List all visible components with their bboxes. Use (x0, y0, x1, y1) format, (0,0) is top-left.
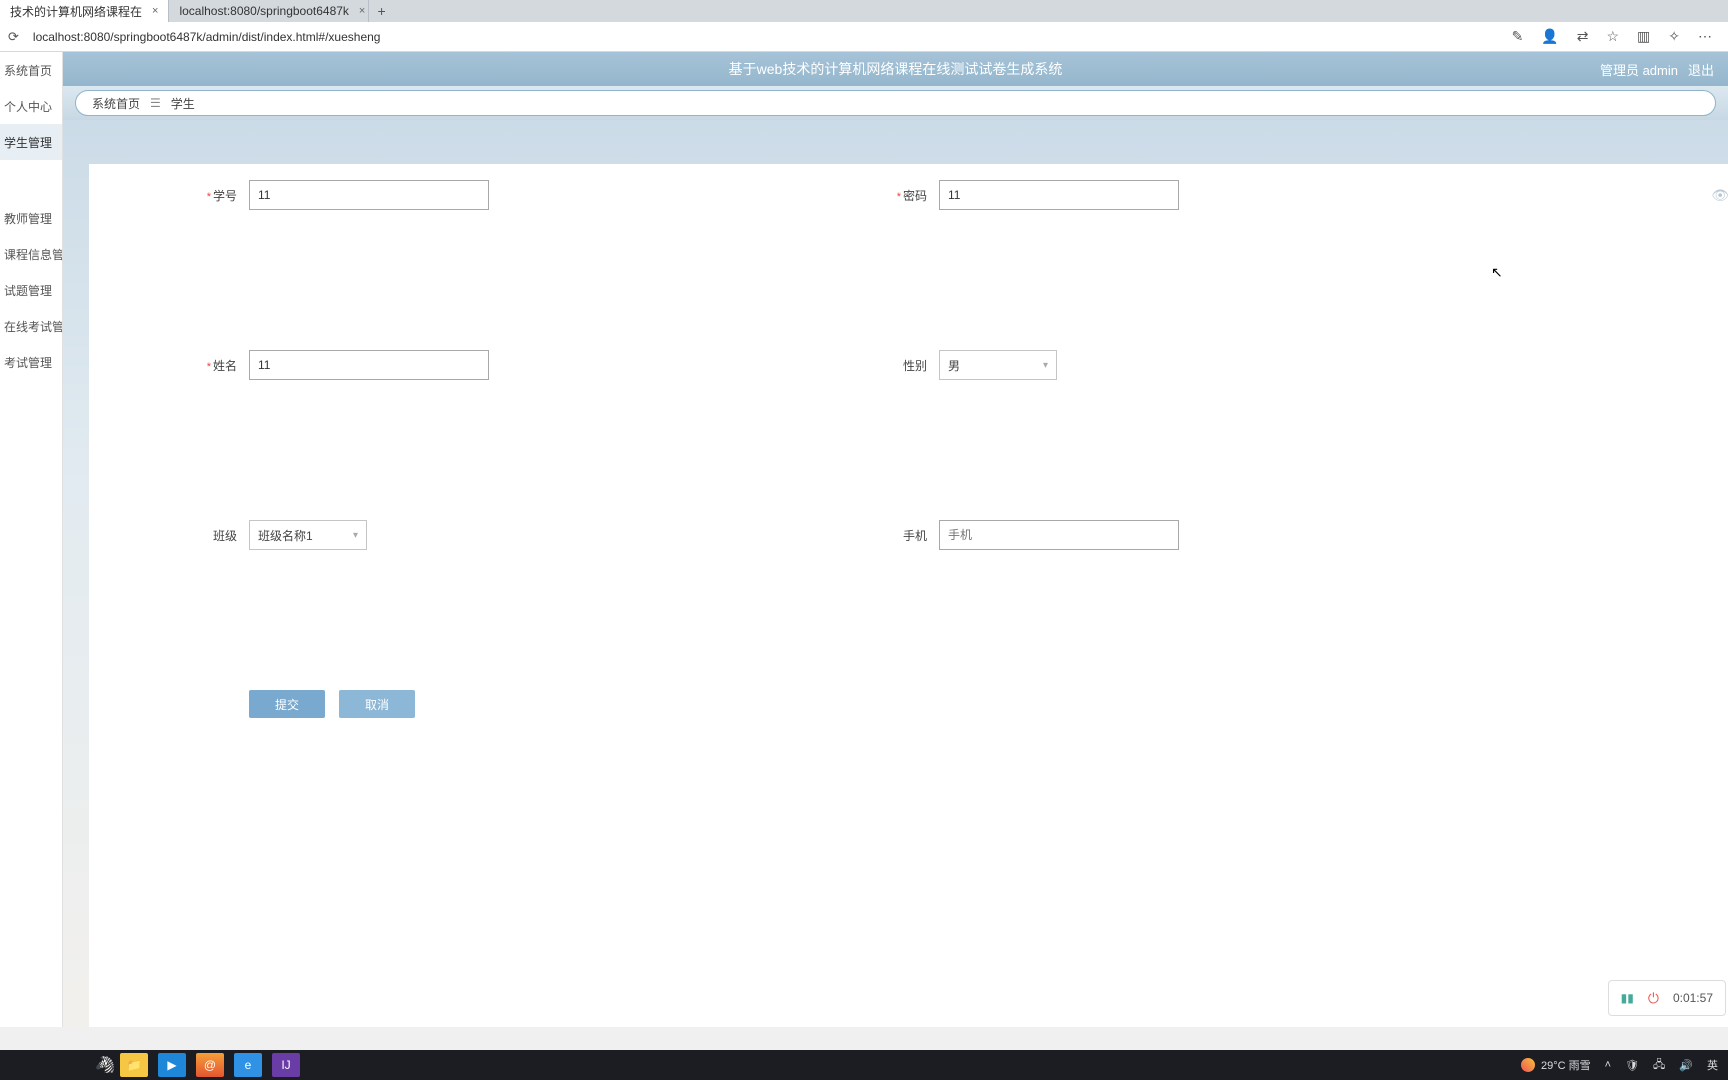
label-mima: 密码 (903, 189, 927, 203)
sidebar-item-exam[interactable]: 考试管理 (0, 344, 62, 380)
ime-indicator[interactable]: 英 (1707, 1057, 1718, 1073)
explorer-icon[interactable]: 📁 (120, 1053, 148, 1077)
close-icon[interactable]: × (359, 5, 365, 17)
new-tab-button[interactable]: + (369, 3, 393, 19)
main-area: 基于web技术的计算机网络课程在线测试试卷生成系统 管理员 admin 退出 系… (63, 52, 1728, 1027)
app-title: 基于web技术的计算机网络课程在线测试试卷生成系统 (729, 59, 1063, 79)
weather-icon (1521, 1058, 1535, 1072)
select-xingbie-value: 男 (948, 357, 960, 374)
label-banji: 班级 (213, 529, 237, 543)
pause-icon[interactable]: ▮▮ (1621, 991, 1634, 1005)
edge-icon[interactable]: e (234, 1053, 262, 1077)
tray-defender-icon[interactable]: 🛡 (1625, 1059, 1639, 1072)
video-icon[interactable]: ▶ (158, 1053, 186, 1077)
breadcrumb: 系统首页 ☰ 学生 (75, 90, 1716, 116)
tab-title: 技术的计算机网络课程在 (10, 3, 142, 20)
field-xingbie: 性别 男 ▾ (849, 350, 1409, 380)
tray-volume-icon[interactable]: 🔊 (1679, 1059, 1693, 1072)
eye-icon[interactable]: 👁 (1711, 187, 1728, 204)
edit-icon[interactable]: ✎ (1512, 28, 1524, 45)
breadcrumb-sep-icon: ☰ (150, 96, 161, 110)
sidebar-item-home[interactable]: 系统首页 (0, 52, 62, 88)
weather-text: 29°C 雨雪 (1541, 1057, 1591, 1073)
sidebar-item-profile[interactable]: 个人中心 (0, 88, 62, 124)
input-mima[interactable] (939, 180, 1179, 210)
chevron-down-icon: ▾ (353, 530, 358, 541)
submit-button[interactable]: 提交 (249, 690, 325, 718)
ide-icon[interactable]: IJ (272, 1053, 300, 1077)
reload-icon[interactable]: ⟳ (8, 29, 19, 45)
power-icon[interactable]: ⏻ (1648, 990, 1659, 1007)
taskbar-animal-icon[interactable]: 🦓 (90, 1055, 120, 1075)
translate-icon[interactable]: ⇄ (1577, 28, 1589, 45)
content-area: *学号 *密码 👁 *姓名 性别 (63, 120, 1728, 1027)
browser-tab-1[interactable]: 技术的计算机网络课程在 × (0, 0, 169, 22)
input-shouji[interactable] (939, 520, 1179, 550)
browser-tab-2[interactable]: localhost:8080/springboot6487k × (169, 0, 369, 22)
field-xuehao: *学号 (159, 180, 849, 210)
chevron-down-icon: ▾ (1043, 360, 1048, 371)
weather-widget[interactable]: 29°C 雨雪 (1521, 1057, 1591, 1073)
top-banner: 基于web技术的计算机网络课程在线测试试卷生成系统 管理员 admin 退出 (63, 52, 1728, 86)
profile-icon[interactable]: 👤 (1541, 28, 1558, 45)
tray-network-icon[interactable]: 🖧 (1653, 1056, 1665, 1075)
sidebar-item-course[interactable]: 课程信息管理 (0, 236, 62, 272)
button-row: 提交 取消 (249, 690, 1658, 718)
sidebar-item-online-exam[interactable]: 在线考试管理 (0, 308, 62, 344)
address-bar: ⟳ localhost:8080/springboot6487k/admin/d… (0, 22, 1728, 52)
input-xuehao[interactable] (249, 180, 489, 210)
select-banji-value: 班级名称1 (258, 527, 313, 544)
taskbar: 🦓 📁 ▶ @ e IJ 29°C 雨雪 ˄ 🛡 🖧 🔊 英 (0, 1050, 1728, 1080)
label-shouji: 手机 (903, 529, 927, 543)
favorite-icon[interactable]: ☆ (1606, 28, 1619, 45)
tray-chevron-icon[interactable]: ˄ (1605, 1059, 1611, 1071)
tab-title: localhost:8080/springboot6487k (179, 4, 348, 18)
collections-icon[interactable]: ▥ (1637, 28, 1650, 45)
url-field[interactable]: localhost:8080/springboot6487k/admin/dis… (27, 30, 1496, 44)
extensions-icon[interactable]: ✧ (1668, 28, 1680, 45)
logout-link[interactable]: 退出 (1688, 60, 1714, 79)
select-banji[interactable]: 班级名称1 ▾ (249, 520, 367, 550)
select-xingbie[interactable]: 男 ▾ (939, 350, 1057, 380)
sidebar-item-teacher[interactable]: 教师管理 (0, 200, 62, 236)
field-mima: *密码 👁 (849, 180, 1409, 210)
breadcrumb-current: 学生 (171, 95, 195, 112)
close-icon[interactable]: × (152, 5, 158, 17)
field-xingming: *姓名 (159, 350, 849, 380)
breadcrumb-home[interactable]: 系统首页 (92, 95, 140, 112)
breadcrumb-bar: 系统首页 ☰ 学生 (63, 86, 1728, 120)
user-label[interactable]: 管理员 admin (1600, 60, 1678, 79)
label-xingming: 姓名 (213, 359, 237, 373)
label-xingbie: 性别 (903, 359, 927, 373)
recorder-widget[interactable]: ▮▮ ⏻ 0:01:57 (1608, 980, 1726, 1016)
form-card: *学号 *密码 👁 *姓名 性别 (89, 164, 1728, 1027)
browser2-icon[interactable]: @ (196, 1053, 224, 1077)
browser-tab-strip: 技术的计算机网络课程在 × localhost:8080/springboot6… (0, 0, 1728, 22)
sidebar-item-question[interactable]: 试题管理 (0, 272, 62, 308)
system-tray: 29°C 雨雪 ˄ 🛡 🖧 🔊 英 (1521, 1056, 1718, 1075)
sidebar: 系统首页 个人中心 学生管理 教师管理 课程信息管理 试题管理 在线考试管理 考… (0, 52, 63, 1027)
menu-icon[interactable]: ⋯ (1698, 28, 1712, 45)
timer-label: 0:01:57 (1673, 991, 1713, 1005)
cancel-button[interactable]: 取消 (339, 690, 415, 718)
input-xingming[interactable] (249, 350, 489, 380)
label-xuehao: 学号 (213, 189, 237, 203)
field-shouji: 手机 (849, 520, 1409, 550)
sidebar-item-student[interactable]: 学生管理 (0, 124, 62, 160)
field-banji: 班级 班级名称1 ▾ (159, 520, 849, 550)
app-root: 系统首页 个人中心 学生管理 教师管理 课程信息管理 试题管理 在线考试管理 考… (0, 52, 1728, 1027)
